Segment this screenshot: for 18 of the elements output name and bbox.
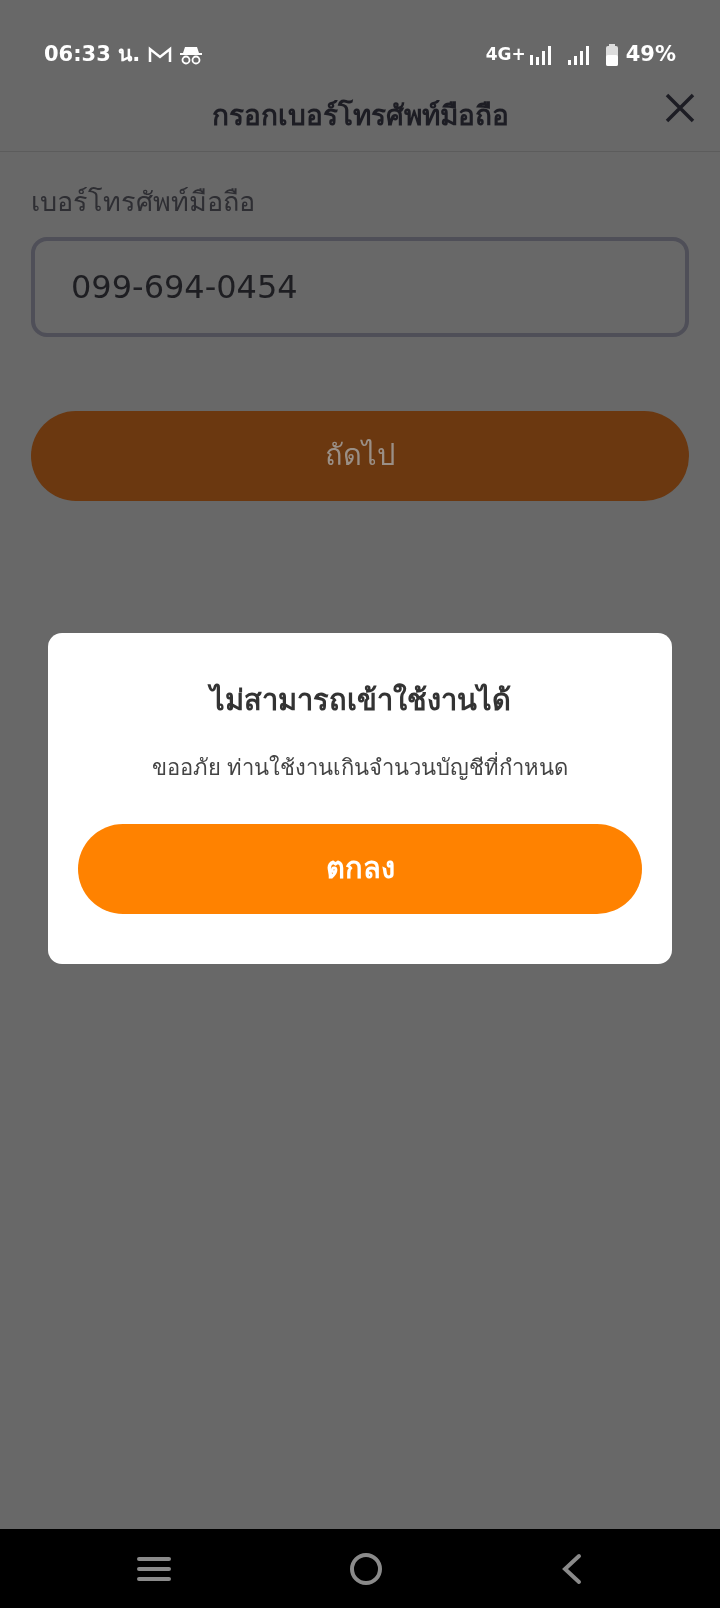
recent-apps-icon[interactable]	[137, 1555, 171, 1582]
dialog-message: ขออภัย ท่านใช้งานเกินจำนวนบัญชีที่กำหนด	[150, 751, 570, 782]
dialog-title: ไม่สามารถเข้าใช้งานได้	[206, 682, 512, 719]
field-label: เบอร์โทรศัพท์มือถือ	[31, 185, 256, 219]
home-icon[interactable]	[349, 1551, 383, 1586]
mail-icon	[148, 46, 173, 64]
signal-icon	[529, 45, 552, 65]
signal-icon	[567, 45, 590, 65]
status-time: 06:33 น.	[44, 41, 141, 69]
incognito-icon	[180, 45, 203, 65]
page-title: กรอกเบอร์โทรศัพท์มือถือ	[211, 97, 509, 134]
back-icon[interactable]	[561, 1552, 583, 1585]
battery-percent: 49%	[625, 41, 676, 69]
network-type: 4G+	[485, 43, 526, 67]
battery-icon	[605, 44, 618, 66]
phone-input-field[interactable]: 099-694-0454	[31, 236, 689, 337]
ok-button[interactable]: ตกลง	[78, 823, 642, 914]
close-icon[interactable]	[664, 92, 696, 124]
